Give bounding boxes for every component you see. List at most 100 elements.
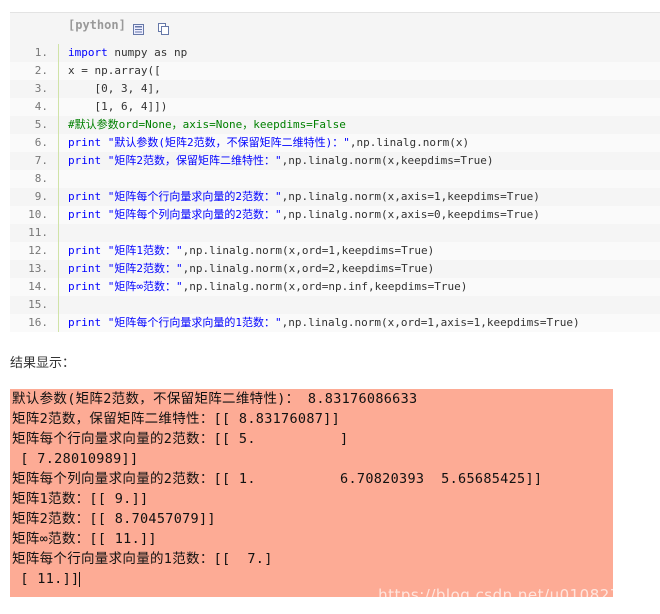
gutter-divider <box>58 278 59 296</box>
line-number: 15. <box>28 298 48 311</box>
gutter-divider <box>58 116 59 134</box>
code-line: 11. <box>10 224 660 242</box>
line-number: 13. <box>28 262 48 275</box>
code-line: 8. <box>10 170 660 188</box>
string-token: "矩阵∞范数：" <box>107 280 183 293</box>
code-token: ,np.linalg.norm(x,keepdims=True) <box>281 154 494 167</box>
line-number: 8. <box>34 172 48 185</box>
keyword-token: print <box>68 136 102 149</box>
code-token: ,np.linalg.norm(x,ord=1,axis=1,keepdims=… <box>281 316 580 329</box>
output-line: [ 7.28010989]] <box>12 451 139 467</box>
text-cursor <box>79 571 81 587</box>
code-block: [python] 1. import numpy as np 2. x = np.ar… <box>10 12 660 332</box>
code-line: 1. import numpy as np <box>10 44 660 62</box>
code-text: [0, 3, 4], <box>68 80 161 98</box>
language-label: [python] <box>68 18 126 32</box>
code-text: x = np.array([ <box>68 62 161 80</box>
code-line: 12. print "矩阵1范数：",np.linalg.norm(x,ord=1… <box>10 242 660 260</box>
copy-icon[interactable] <box>157 20 169 35</box>
code-line: 4. [1, 6, 4]]) <box>10 98 660 116</box>
string-token: "矩阵2范数：" <box>107 262 183 275</box>
output-line: 矩阵每个列向量求向量的2范数：[[ 1. 6.70820393 5.656854… <box>12 471 543 487</box>
code-line: 3. [0, 3, 4], <box>10 80 660 98</box>
code-token: [0, 3, 4], <box>68 82 161 95</box>
code-text: print "矩阵每个行向量求向量的2范数：",np.linalg.norm(x… <box>68 188 540 206</box>
output-line: 矩阵∞范数：[[ 11.]] <box>12 531 157 547</box>
gutter-divider <box>58 62 59 80</box>
code-line: 9. print "矩阵每个行向量求向量的2范数：",np.linalg.norm… <box>10 188 660 206</box>
gutter-divider <box>58 314 59 332</box>
code-text: [1, 6, 4]]) <box>68 98 167 116</box>
code-text: import numpy as np <box>68 44 187 62</box>
code-token: ,np.linalg.norm(x,ord=1,keepdims=True) <box>182 244 435 257</box>
comment-token: #默认参数ord=None，axis=None，keepdims=False <box>68 118 346 131</box>
keyword-token: print <box>68 316 102 329</box>
code-toolbar: [python] <box>10 13 660 37</box>
code-text: print "矩阵每个行向量求向量的1范数：",np.linalg.norm(x… <box>68 314 580 332</box>
line-number: 9. <box>34 190 48 203</box>
keyword-token: print <box>68 190 102 203</box>
string-token: "矩阵每个行向量求向量的1范数：" <box>107 316 282 329</box>
output-panel: 默认参数(矩阵2范数，不保留矩阵二维特性)： 8.83176086633 矩阵2范… <box>10 389 613 597</box>
string-token: "矩阵1范数：" <box>107 244 183 257</box>
code-text: print "矩阵1范数：",np.linalg.norm(x,ord=1,ke… <box>68 242 434 260</box>
gutter-divider <box>58 170 59 188</box>
string-token: "矩阵每个列向量求向量的2范数：" <box>107 208 282 221</box>
code-line: 14. print "矩阵∞范数：",np.linalg.norm(x,ord=n… <box>10 278 660 296</box>
code-lines: 1. import numpy as np 2. x = np.array([3. [… <box>10 44 660 332</box>
code-line: 5. #默认参数ord=None，axis=None，keepdims=False <box>10 116 660 134</box>
line-number: 16. <box>28 316 48 329</box>
code-text: print "矩阵2范数，保留矩阵二维特性：",np.linalg.norm(x… <box>68 152 494 170</box>
output-line: 矩阵2范数：[[ 8.70457079]] <box>12 511 216 527</box>
line-number: 10. <box>28 208 48 221</box>
line-number: 6. <box>34 136 48 149</box>
gutter-divider <box>58 224 59 242</box>
keyword-token: print <box>68 280 102 293</box>
output-line: 矩阵2范数，保留矩阵二维特性：[[ 8.83176087]] <box>12 411 341 427</box>
code-token: ,np.linalg.norm(x,axis=1,keepdims=True) <box>281 190 540 203</box>
line-number: 5. <box>34 118 48 131</box>
line-number: 11. <box>28 226 48 239</box>
code-token: ,np.linalg.norm(x,ord=2,keepdims=True) <box>182 262 435 275</box>
keyword-token: print <box>68 262 102 275</box>
result-title: 结果显示： <box>10 356 76 371</box>
line-number: 12. <box>28 244 48 257</box>
gutter-divider <box>58 134 59 152</box>
gutter-divider <box>58 296 59 314</box>
gutter-divider <box>58 80 59 98</box>
code-line: 6. print "默认参数(矩阵2范数，不保留矩阵二维特性)：",np.lina… <box>10 134 660 152</box>
keyword-token: print <box>68 244 102 257</box>
code-text: print "矩阵2范数：",np.linalg.norm(x,ord=2,ke… <box>68 260 434 278</box>
output-line: 矩阵每个行向量求向量的1范数：[[ 7.] <box>12 551 273 567</box>
keyword-token: import <box>68 46 108 59</box>
output-line: 矩阵1范数：[[ 9.]] <box>12 491 149 507</box>
code-line: 10. print "矩阵每个列向量求向量的2范数：",np.linalg.nor… <box>10 206 660 224</box>
keyword-token: print <box>68 154 102 167</box>
gutter-divider <box>58 206 59 224</box>
line-number: 3. <box>34 82 48 95</box>
gutter-divider <box>58 188 59 206</box>
gutter-divider <box>58 44 59 62</box>
line-number: 14. <box>28 280 48 293</box>
code-text: print "默认参数(矩阵2范数，不保留矩阵二维特性)：",np.linalg… <box>68 134 469 152</box>
code-line: 15. <box>10 296 660 314</box>
code-line: 13. print "矩阵2范数：",np.linalg.norm(x,ord=2… <box>10 260 660 278</box>
view-source-icon[interactable] <box>132 20 144 35</box>
string-token: "默认参数(矩阵2范数，不保留矩阵二维特性)：" <box>107 136 350 149</box>
code-token: [1, 6, 4]]) <box>68 100 168 113</box>
output-line: 默认参数(矩阵2范数，不保留矩阵二维特性)： 8.83176086633 <box>12 391 418 407</box>
code-text: print "矩阵∞范数：",np.linalg.norm(x,ord=np.i… <box>68 278 467 296</box>
line-number: 1. <box>34 46 48 59</box>
code-text: #默认参数ord=None，axis=None，keepdims=False <box>68 116 346 134</box>
line-number: 4. <box>34 100 48 113</box>
watermark: https://blog.csdn.net/u010827061 <box>378 586 650 604</box>
gutter-divider <box>58 98 59 116</box>
code-token: ,np.linalg.norm(x) <box>349 136 470 149</box>
code-text: print "矩阵每个列向量求向量的2范数：",np.linalg.norm(x… <box>68 206 540 224</box>
